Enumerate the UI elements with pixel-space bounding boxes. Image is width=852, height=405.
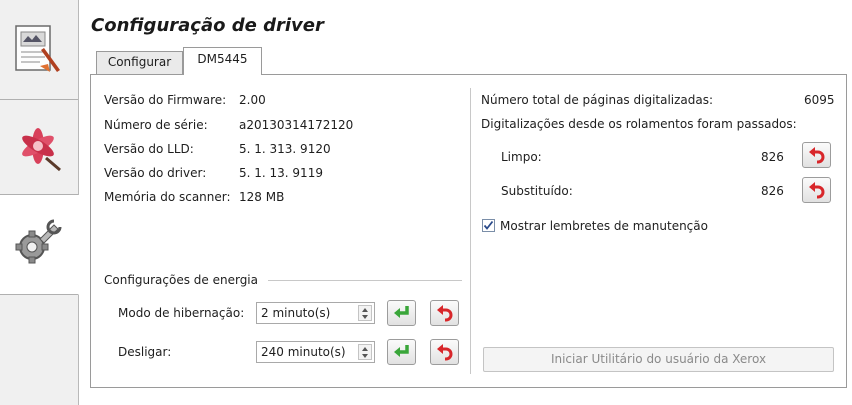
replaced-reset-button[interactable] [802,177,831,203]
red-undo-arrow-icon [809,147,825,164]
replaced-label: Substituído: [501,184,573,198]
launch-xerox-utility-button[interactable]: Iniciar Utilitário do usuário da Xerox [483,347,834,372]
total-pages-value: 6095 [804,93,835,107]
tab-dm5445[interactable]: DM5445 [183,47,262,75]
rollers-since-label: Digitalizações desde os rolamentos foram… [481,117,797,131]
total-pages-label: Número total de páginas digitalizadas: [481,93,714,107]
sleep-reset-button[interactable] [430,300,459,326]
lld-version-label: Versão do LLD: [104,142,194,156]
sleep-mode-label: Modo de hibernação: [118,306,245,320]
serial-label: Número de série: [104,118,208,132]
cleaned-reset-button[interactable] [802,142,831,168]
scanner-memory-label: Memória do scanner: [104,190,231,204]
serial-value: a20130314172120 [239,118,354,132]
cleaned-label: Limpo: [501,150,542,164]
sleep-mode-spinner[interactable]: 2 minuto(s) [256,302,375,324]
sleep-mode-value: 2 minuto(s) [261,306,331,320]
cleaned-value: 826 [761,150,784,164]
side-tab-tools[interactable] [0,195,79,295]
side-tab-image[interactable] [0,100,78,195]
side-tab-strip [0,0,79,405]
power-off-label: Desligar: [118,345,172,359]
spinner-arrows-icon[interactable] [358,305,372,321]
side-tab-document[interactable] [0,0,78,100]
power-off-spinner[interactable]: 240 minuto(s) [256,341,375,363]
driver-version-value: 5. 1. 13. 9119 [239,166,323,180]
document-icon [15,25,60,72]
red-undo-arrow-icon [437,305,453,322]
tab-configurar[interactable]: Configurar [96,51,183,74]
checkmark-icon [483,220,494,230]
power-off-value: 240 minuto(s) [261,345,346,359]
power-off-reset-button[interactable] [430,339,459,365]
spinner-arrows-icon[interactable] [358,344,372,360]
lld-version-value: 5. 1. 313. 9120 [239,142,331,156]
sleep-apply-button[interactable] [387,300,416,326]
maintenance-reminder-checkbox[interactable] [482,219,495,232]
scanner-memory-value: 128 MB [239,190,285,204]
red-undo-arrow-icon [809,182,825,199]
firmware-label: Versão do Firmware: [104,93,227,107]
green-return-arrow-icon [394,345,409,357]
group-divider [268,280,462,281]
page-title: Configuração de driver [91,15,324,36]
energy-group-label: Configurações de energia [104,273,258,287]
flower-icon [22,128,61,172]
column-divider [470,88,471,374]
tools-icon [15,219,62,264]
green-return-arrow-icon [394,306,409,318]
red-undo-arrow-icon [437,344,453,361]
replaced-value: 826 [761,184,784,198]
maintenance-reminder-label[interactable]: Mostrar lembretes de manutenção [500,219,708,233]
power-off-apply-button[interactable] [387,339,416,365]
firmware-value: 2.00 [239,93,266,107]
driver-version-label: Versão do driver: [104,166,207,180]
